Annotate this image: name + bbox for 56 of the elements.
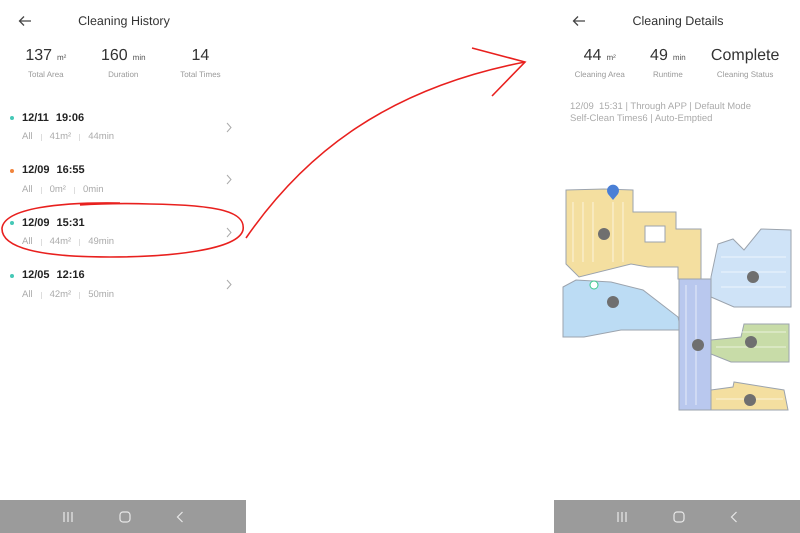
stat-label: Duration [108,69,138,81]
record-duration: 0min [82,182,104,197]
history-record[interactable]: 12/09 15:31 All 44m² 49min [0,206,246,258]
record-time: 15:31 [56,216,85,231]
chevron-right-icon [226,174,232,186]
record-date: 12/05 [22,268,50,284]
record-mode: All [22,182,33,197]
record-area: 44m² [50,235,72,250]
stat-value: 49 [650,48,668,64]
stat-unit: min [132,54,146,62]
record-area: 0m² [50,182,66,198]
stat-unit: min [672,54,686,62]
record-area: 42m² [50,288,72,302]
screen-title: Cleaning Details [632,12,724,30]
record-duration: 50min [88,288,114,302]
back-icon[interactable] [730,510,738,522]
stat-unit: m² [57,54,66,62]
stat-value: 137 [25,48,52,64]
record-mode: All [22,130,33,144]
recent-apps-icon[interactable] [616,512,628,522]
back-arrow-icon[interactable] [572,15,586,27]
record-duration: 49min [88,235,114,250]
record-duration: 44min [88,130,114,144]
home-icon[interactable] [672,510,685,522]
summary-line: 12/09 15:31 | Through APP | Default Mode [570,101,752,113]
stat-value: 14 [192,48,210,64]
recent-apps-icon[interactable] [62,512,74,522]
record-area: 41m² [50,130,72,145]
record-date: 12/11 [22,110,49,126]
history-record[interactable]: 12/05 12:16 All 42m² 50min [0,258,246,311]
stat-label: Cleaning Status [716,69,774,81]
record-mode: All [22,288,33,302]
record-time: 19:06 [56,110,84,126]
back-icon[interactable] [176,510,184,522]
history-record[interactable]: 12/09 16:55 All 0m² 0min [0,154,246,206]
record-time: 16:55 [56,163,85,178]
stat-value: 160 [100,48,128,64]
record-date: 12/09 [22,163,50,178]
record-date: 12/09 [22,216,50,231]
chevron-right-icon [226,279,232,290]
summary-line: Self-Clean Times6 | Auto-Emptied [570,113,714,125]
stat-unit: m² [606,54,616,62]
home-icon[interactable] [118,510,131,522]
chevron-right-icon [226,122,232,133]
stat-label: Cleaning Area [574,69,625,81]
stat-value: Complete [710,48,780,64]
stat-label: Total Area [28,69,64,81]
stat-value: 44 [584,48,602,64]
screen-title: Cleaning History [78,12,170,30]
record-time: 12:16 [56,268,85,284]
back-arrow-icon[interactable] [18,15,32,27]
stat-label: Total Times [180,69,221,81]
record-mode: All [22,235,33,250]
chevron-right-icon [226,226,232,238]
history-record[interactable]: 12/11 19:06 All 41m² 44min [0,101,246,154]
stat-label: Runtime [652,69,683,81]
